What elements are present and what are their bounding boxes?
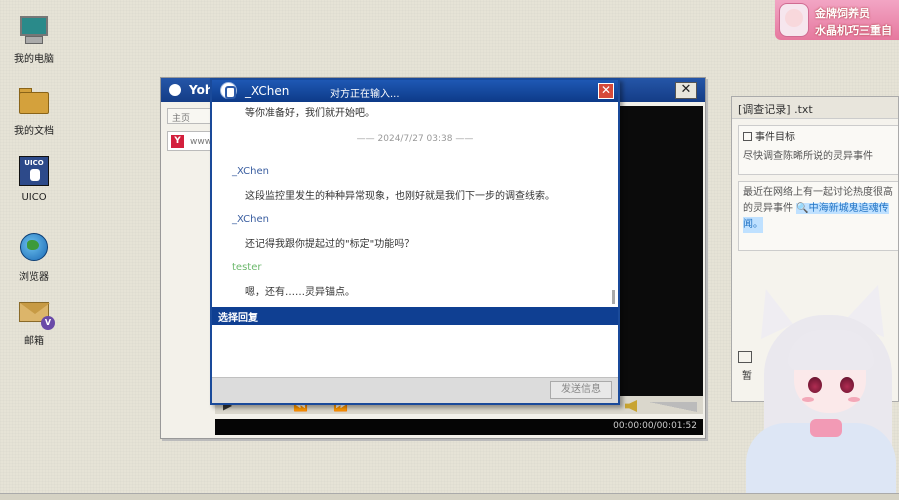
entry-link-tail[interactable]: 闻。 bbox=[743, 217, 763, 233]
contact-avatar-icon bbox=[220, 82, 237, 99]
notes-entry: 最近在网络上有一起讨论热度很高 的灵异事件 🔍中海新城鬼追魂传 闻。 bbox=[738, 181, 898, 251]
browser-close-button[interactable]: ✕ bbox=[675, 82, 697, 99]
typing-status: 对方正在输入... bbox=[330, 89, 400, 100]
chat-titlebar: _XChen 对方正在输入... ✕ bbox=[212, 80, 618, 102]
badge-line-1: 金牌饲养员 bbox=[815, 7, 870, 20]
taskbar[interactable] bbox=[0, 493, 899, 500]
message-timestamp: —— 2024/7/27 03:38 —— bbox=[356, 134, 474, 144]
chat-footer: 发送信息 bbox=[212, 377, 618, 403]
notes-title: [调查记录] .txt bbox=[732, 97, 898, 119]
message-scrollbar[interactable] bbox=[612, 290, 615, 304]
message-sender: _XChen bbox=[232, 166, 269, 177]
streamer-avatar bbox=[779, 3, 809, 37]
entry-line-1: 最近在网络上有一起讨论热度很高 bbox=[743, 187, 893, 198]
uico-icon: UICO bbox=[17, 156, 51, 188]
event-goal-section: 事件目标 尽快调查陈晞所说的灵异事件 bbox=[738, 125, 898, 175]
desktop-icon-label: 我的电脑 bbox=[14, 54, 54, 65]
goal-header: 事件目标 bbox=[755, 132, 795, 143]
desktop-icon-label: 我的文档 bbox=[14, 126, 54, 137]
message-text: 还记得我跟你提起过的"标定"功能吗？ bbox=[245, 239, 415, 250]
computer-icon bbox=[17, 14, 51, 46]
globe-icon bbox=[17, 232, 51, 264]
chat-close-button[interactable]: ✕ bbox=[598, 83, 614, 99]
send-message-button[interactable]: 发送信息 bbox=[550, 381, 612, 399]
desktop-icon-label: UICO bbox=[21, 192, 47, 203]
entry-link[interactable]: 🔍中海新城鬼追魂传 bbox=[796, 203, 889, 214]
volume-slider[interactable] bbox=[649, 402, 697, 412]
desktop-icon-my-documents[interactable]: 我的文档 bbox=[2, 86, 66, 137]
desktop-icon-label: 浏览器 bbox=[19, 272, 49, 283]
video-player[interactable] bbox=[619, 106, 703, 408]
desktop-icon-browser[interactable]: 浏览器 bbox=[2, 232, 66, 283]
address-text: www bbox=[190, 137, 213, 147]
desktop-icon-uico[interactable]: UICO UICO bbox=[2, 156, 66, 203]
desktop-icon-label: 邮箱 bbox=[24, 336, 44, 347]
site-favicon-icon: Y bbox=[171, 135, 184, 148]
folder-icon bbox=[17, 86, 51, 118]
chat-window: _XChen 对方正在输入... ✕ 等你准备好，我们就开始吧。 —— 2024… bbox=[210, 78, 620, 405]
mail-icon: V bbox=[17, 296, 55, 330]
goal-text: 尽快调查陈晞所说的灵异事件 bbox=[743, 151, 873, 162]
desktop-icon-mail[interactable]: V 邮箱 bbox=[2, 296, 66, 347]
reply-header: 选择回复 bbox=[212, 307, 618, 325]
browser-logo-icon bbox=[169, 84, 181, 96]
message-list[interactable]: 等你准备好，我们就开始吧。 —— 2024/7/27 03:38 —— _XCh… bbox=[212, 102, 618, 307]
desktop-icon-my-computer[interactable]: 我的电脑 bbox=[2, 14, 66, 65]
entry-line-2: 的灵异事件 bbox=[743, 203, 793, 214]
vtuber-avatar bbox=[736, 285, 899, 500]
chat-contact-name: _XChen bbox=[245, 84, 290, 98]
message-sender: tester bbox=[232, 262, 262, 273]
message-text: 等你准备好，我们就开始吧。 bbox=[245, 108, 375, 119]
edit-icon bbox=[743, 132, 752, 141]
reply-options-area[interactable] bbox=[216, 327, 614, 377]
message-text: 嗯，还有……灵异锚点。 bbox=[245, 287, 355, 298]
video-time: 00:00:00/00:01:52 bbox=[215, 419, 703, 435]
badge-line-2: 水晶机巧三重自 bbox=[815, 24, 892, 37]
streamer-badge: 金牌饲养员 水晶机巧三重自 bbox=[775, 0, 899, 40]
message-text: 这段监控里发生的种种异常现象，也刚好就是我们下一步的调查线索。 bbox=[245, 191, 555, 202]
message-sender: _XChen bbox=[232, 214, 269, 225]
